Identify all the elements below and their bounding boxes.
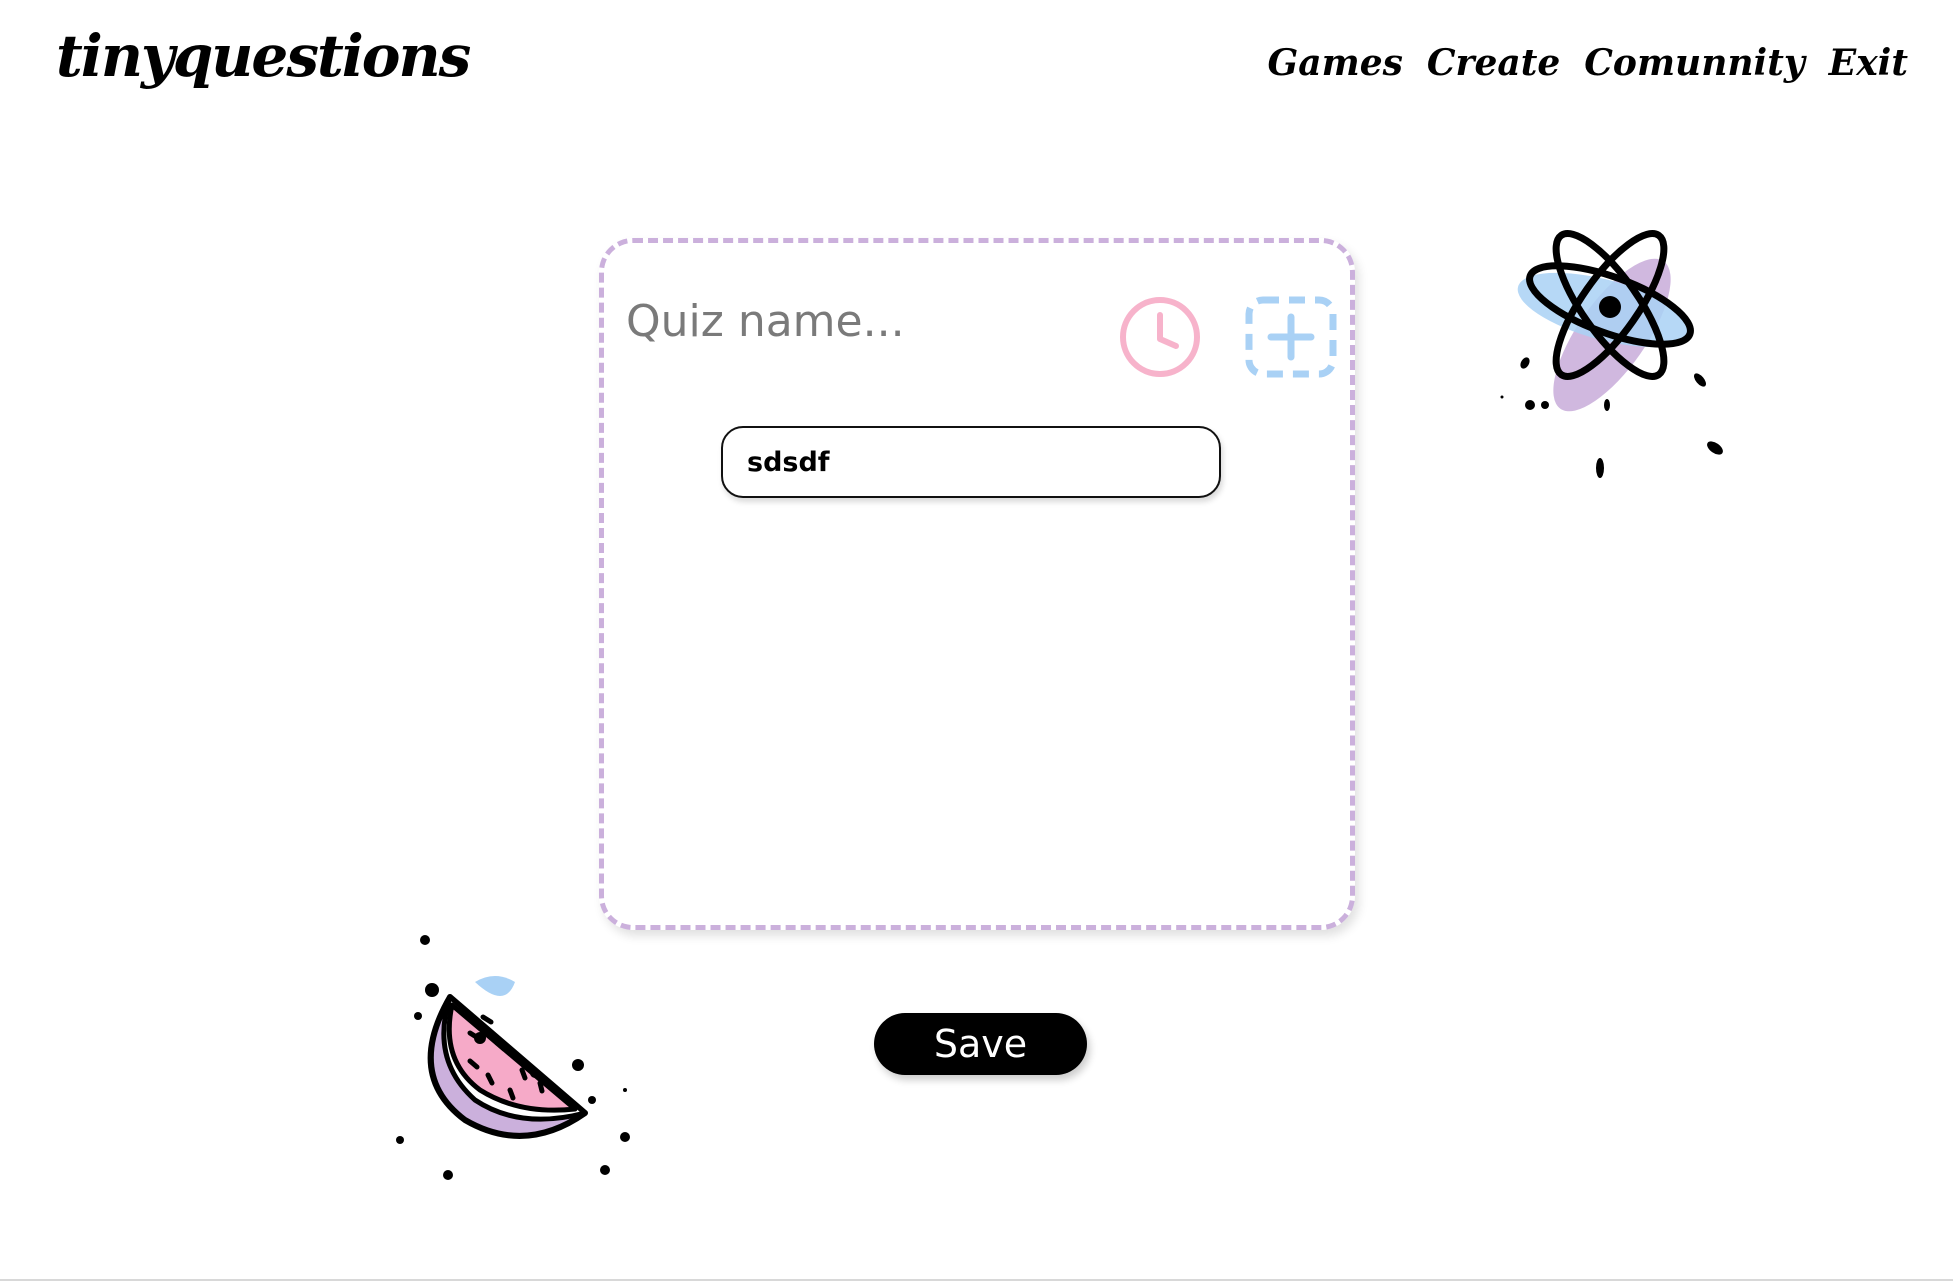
add-dashed-icon bbox=[1245, 296, 1337, 378]
atom-illustration bbox=[1500, 230, 1723, 478]
clock-icon bbox=[1120, 297, 1200, 377]
nav-community[interactable]: Comunnity bbox=[1584, 42, 1805, 84]
save-button[interactable]: Save bbox=[874, 1013, 1087, 1075]
question-input[interactable] bbox=[721, 426, 1221, 498]
logo[interactable]: tinyquestions bbox=[56, 22, 471, 90]
quiz-card bbox=[599, 238, 1355, 930]
main-nav: Games Create Comunnity Exit bbox=[1268, 42, 1908, 84]
nav-exit[interactable]: Exit bbox=[1829, 42, 1908, 84]
timer-button[interactable] bbox=[1116, 293, 1204, 381]
add-question-button[interactable] bbox=[1244, 295, 1338, 379]
watermelon-illustration bbox=[396, 935, 630, 1180]
nav-create[interactable]: Create bbox=[1427, 42, 1560, 84]
quiz-name-input[interactable] bbox=[626, 296, 1096, 347]
nav-games[interactable]: Games bbox=[1268, 42, 1403, 84]
